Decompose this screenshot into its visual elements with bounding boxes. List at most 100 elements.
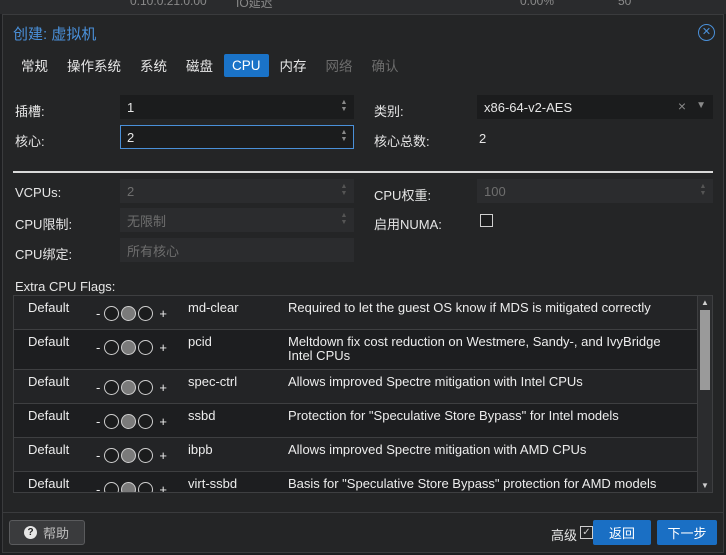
chevron-down-icon[interactable]: ▼ xyxy=(696,100,706,111)
radio-off[interactable] xyxy=(104,482,120,492)
cpu-affinity-input[interactable]: 所有核心 xyxy=(120,238,354,262)
tab-cpu[interactable]: CPU xyxy=(224,53,269,77)
table-row: Default - + pcid Meltdown fix cost reduc… xyxy=(14,330,697,370)
tab-confirm: 确认 xyxy=(371,59,399,74)
cpu-weight-label: CPU权重: xyxy=(374,188,432,203)
tristate-toggle[interactable]: - + xyxy=(96,340,167,355)
wizard-tabs: 常规 操作系统 系统 磁盘 CPU 内存 网络 确认 xyxy=(3,51,723,79)
radio-off[interactable] xyxy=(104,340,120,355)
radio-default[interactable] xyxy=(121,380,137,395)
flag-state: Default xyxy=(28,442,70,457)
spinner-icon[interactable]: ▲ ▼ xyxy=(339,129,349,145)
help-label: 帮助 xyxy=(43,526,70,541)
close-icon[interactable]: ✕ xyxy=(698,24,715,41)
numa-label: 启用NUMA: xyxy=(374,217,442,232)
section-divider xyxy=(13,171,713,173)
table-row: Default - + ssbd Protection for "Specula… xyxy=(14,404,697,438)
spinner-icon[interactable]: ▲ ▼ xyxy=(698,183,708,199)
flag-description: Allows improved Spectre mitigation with … xyxy=(288,374,583,389)
flag-state: Default xyxy=(28,476,70,491)
tab-os[interactable]: 操作系统 xyxy=(59,51,129,79)
help-icon: ? xyxy=(24,526,37,539)
flag-state: Default xyxy=(28,300,70,315)
radio-on[interactable] xyxy=(138,380,154,395)
create-vm-dialog: 创建: 虚拟机 ✕ 常规 操作系统 系统 磁盘 CPU 内存 网络 确认 插槽:… xyxy=(2,14,724,553)
tristate-toggle[interactable]: - + xyxy=(96,306,167,321)
flag-name: ibpb xyxy=(188,442,213,457)
vcpus-label: VCPUs: xyxy=(15,185,62,200)
scroll-thumb[interactable] xyxy=(700,310,710,390)
dialog-footer: ? 帮助 高级 ✓ 返回 下一步 xyxy=(3,512,723,552)
advanced-label: 高级 xyxy=(550,528,577,543)
tab-system[interactable]: 系统 xyxy=(132,51,175,79)
flag-state: Default xyxy=(28,408,70,423)
radio-on[interactable] xyxy=(138,306,154,321)
total-cores-value: 2 xyxy=(479,131,487,146)
cpu-limit-label: CPU限制: xyxy=(15,217,73,232)
cpu-type-value: x86-64-v2-AES xyxy=(484,99,573,115)
cpu-limit-input[interactable]: 无限制 ▲ ▼ xyxy=(120,208,354,232)
cores-value: 2 xyxy=(127,129,135,145)
flag-description: Allows improved Spectre mitigation with … xyxy=(288,442,587,457)
table-row: Default - + ibpb Allows improved Spectre… xyxy=(14,438,697,472)
back-button[interactable]: 返回 xyxy=(593,520,651,545)
dialog-title: 创建: 虚拟机 xyxy=(13,25,97,43)
grid-scrollbar[interactable]: ▲ ▼ xyxy=(697,296,712,492)
tristate-toggle[interactable]: - + xyxy=(96,380,167,395)
radio-default[interactable] xyxy=(121,482,137,492)
next-button[interactable]: 下一步 xyxy=(657,520,717,545)
cpu-weight-input[interactable]: 100 ▲ ▼ xyxy=(477,179,713,203)
radio-off[interactable] xyxy=(104,380,120,395)
flag-name: virt-ssbd xyxy=(188,476,238,491)
radio-off[interactable] xyxy=(104,448,120,463)
table-row: Default - + virt-ssbd Basis for "Specula… xyxy=(14,472,697,492)
cpu-affinity-label: CPU绑定: xyxy=(15,247,73,262)
radio-on[interactable] xyxy=(138,482,154,492)
sockets-input[interactable]: 1 ▲ ▼ xyxy=(120,95,354,119)
cores-input[interactable]: 2 ▲ ▼ xyxy=(120,125,354,149)
spinner-icon[interactable]: ▲ ▼ xyxy=(339,212,349,228)
advanced-checkbox[interactable]: ✓ xyxy=(580,526,593,539)
vcpus-value: 2 xyxy=(127,183,135,199)
numa-checkbox[interactable] xyxy=(480,214,493,227)
radio-off[interactable] xyxy=(104,414,120,429)
scroll-down-icon[interactable]: ▼ xyxy=(701,481,709,490)
radio-default[interactable] xyxy=(121,414,137,429)
cpu-weight-value: 100 xyxy=(484,183,506,199)
tab-general[interactable]: 常规 xyxy=(13,51,56,79)
radio-default[interactable] xyxy=(121,340,137,355)
tristate-toggle[interactable]: - + xyxy=(96,414,167,429)
tab-network: 网络 xyxy=(325,59,353,74)
type-label: 类别: xyxy=(374,104,404,119)
flag-name: spec-ctrl xyxy=(188,374,238,389)
vcpus-input[interactable]: 2 ▲ ▼ xyxy=(120,179,354,203)
spinner-icon[interactable]: ▲ ▼ xyxy=(339,99,349,115)
help-button[interactable]: ? 帮助 xyxy=(9,520,85,545)
background-text: 0.00% xyxy=(520,0,555,8)
tab-disks[interactable]: 磁盘 xyxy=(178,51,221,79)
background-text: IO延迟 xyxy=(236,0,273,10)
dialog-titlebar[interactable]: 创建: 虚拟机 xyxy=(3,15,723,51)
radio-on[interactable] xyxy=(138,448,154,463)
clear-icon[interactable]: × xyxy=(678,98,686,114)
cpu-flags-grid: Default - + md-clear Required to let the… xyxy=(13,295,713,493)
sockets-label: 插槽: xyxy=(15,104,45,119)
radio-default[interactable] xyxy=(121,448,137,463)
flag-description: Basis for "Speculative Store Bypass" pro… xyxy=(288,476,657,491)
tab-memory[interactable]: 内存 xyxy=(272,51,315,79)
tristate-toggle[interactable]: - + xyxy=(96,482,167,492)
radio-on[interactable] xyxy=(138,414,154,429)
radio-off[interactable] xyxy=(104,306,120,321)
flag-description: Meltdown fix cost reduction on Westmere,… xyxy=(288,334,661,363)
background-app-strip: 0.10.0.21.0.00 IO延迟 0.00% 50 xyxy=(0,0,726,14)
spinner-icon[interactable]: ▲ ▼ xyxy=(339,183,349,199)
scroll-up-icon[interactable]: ▲ xyxy=(701,298,709,307)
flag-description: Protection for "Speculative Store Bypass… xyxy=(288,408,619,423)
radio-on[interactable] xyxy=(138,340,154,355)
tristate-toggle[interactable]: - + xyxy=(96,448,167,463)
radio-default[interactable] xyxy=(121,306,137,321)
flag-state: Default xyxy=(28,334,70,349)
table-row: Default - + md-clear Required to let the… xyxy=(14,296,697,330)
flag-description: Required to let the guest OS know if MDS… xyxy=(288,300,651,315)
cpu-type-select[interactable]: x86-64-v2-AES × ▼ xyxy=(477,95,713,119)
